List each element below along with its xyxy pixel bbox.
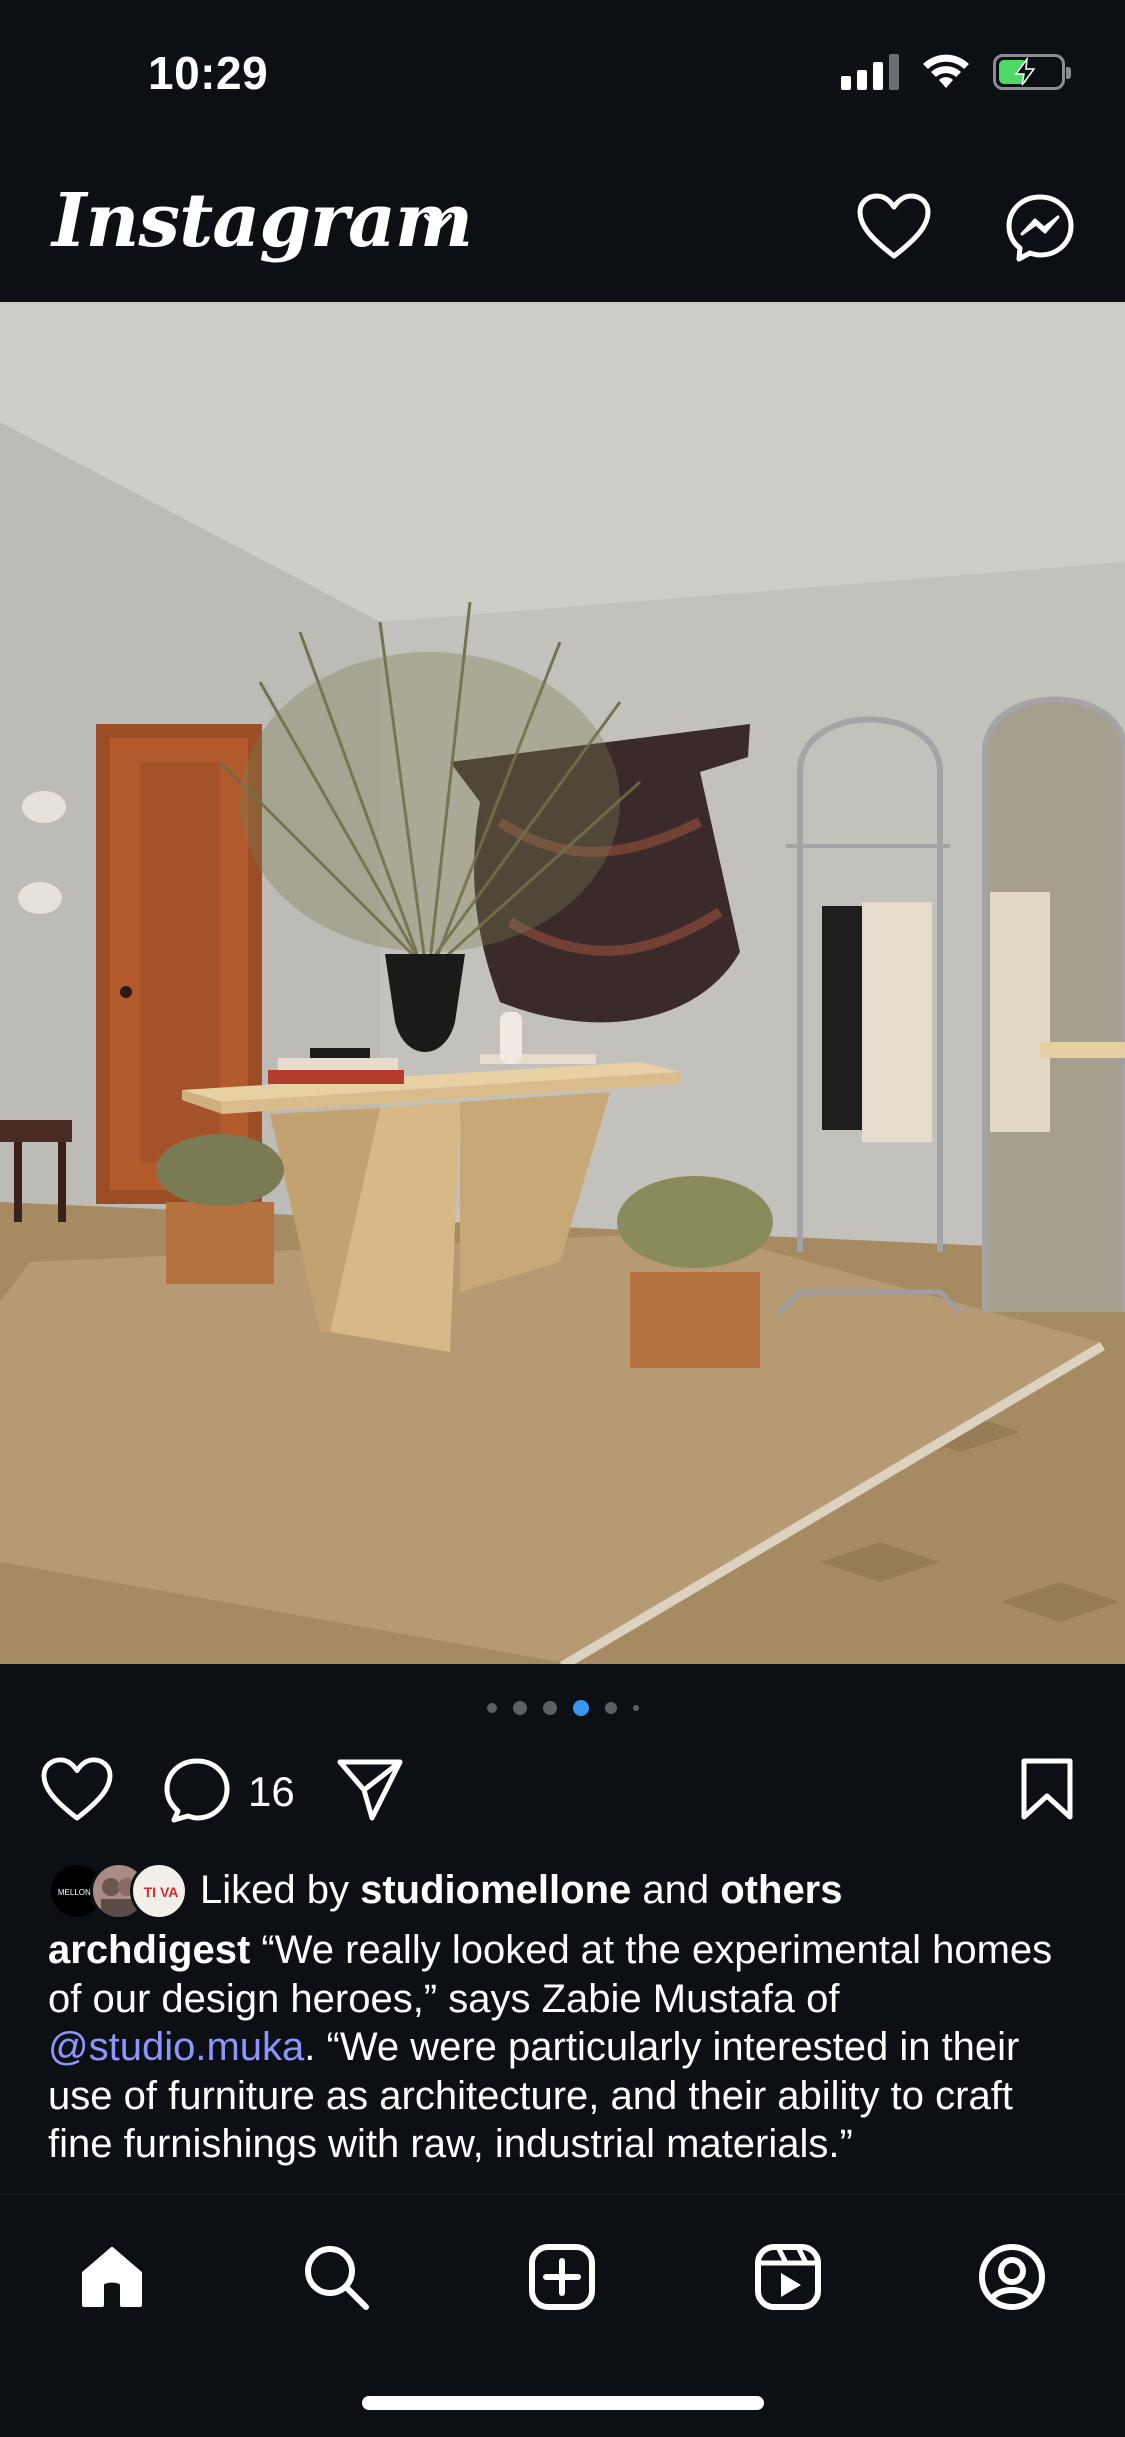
cellular-signal-icon (841, 54, 899, 90)
status-time: 10:29 (148, 47, 269, 99)
chevron-down-icon[interactable] (420, 210, 456, 234)
likes-others-link[interactable]: others (720, 1868, 842, 1912)
post-photo[interactable] (0, 302, 1125, 1664)
liker-username[interactable]: studiomellone (360, 1868, 631, 1912)
battery-icon (993, 54, 1071, 90)
caption-mention[interactable]: @studio.muka (48, 2025, 304, 2069)
profile-icon[interactable] (976, 2241, 1048, 2313)
caption-author[interactable]: archdigest (48, 1928, 250, 1972)
app-header: Instagram (0, 150, 1125, 302)
carousel-dot (512, 1701, 527, 1715)
create-icon[interactable] (526, 2241, 598, 2313)
status-icons (841, 54, 1071, 90)
instagram-logo[interactable]: Instagram (52, 178, 473, 264)
home-indicator[interactable] (362, 2396, 764, 2410)
status-bar: 10:29 (0, 0, 1125, 150)
wifi-icon (923, 54, 969, 88)
carousel-dot (542, 1701, 557, 1715)
comment-icon[interactable] (162, 1756, 232, 1824)
likes-connector: and (642, 1867, 710, 1912)
heart-icon[interactable] (856, 192, 932, 260)
messenger-icon[interactable] (1004, 192, 1076, 264)
likes-text: Liked by studiomellone and others (200, 1868, 843, 1913)
post-actions: 16 (0, 1756, 1125, 1826)
home-icon[interactable] (76, 2241, 148, 2313)
carousel-dot (486, 1703, 497, 1713)
carousel-indicator (0, 1700, 1125, 1716)
share-icon[interactable] (334, 1756, 406, 1822)
search-icon[interactable] (300, 2241, 372, 2313)
save-icon[interactable] (1018, 1756, 1076, 1822)
likes-prefix: Liked by (200, 1867, 349, 1912)
reels-icon[interactable] (752, 2241, 824, 2313)
post-caption: archdigest “We really looked at the expe… (48, 1926, 1088, 2192)
like-icon[interactable] (40, 1756, 114, 1822)
avatar: TI VA (130, 1862, 188, 1920)
carousel-dot (632, 1705, 639, 1711)
comment-count: 16 (248, 1768, 295, 1815)
carousel-dot-active (572, 1700, 589, 1716)
carousel-dot (604, 1702, 617, 1714)
liker-avatars: MELLONE TI VA (48, 1862, 188, 1920)
likes-summary[interactable]: MELLONE TI VA Liked by studiomellone and… (48, 1862, 843, 1920)
avatar-label: TI VA (144, 1884, 179, 1900)
